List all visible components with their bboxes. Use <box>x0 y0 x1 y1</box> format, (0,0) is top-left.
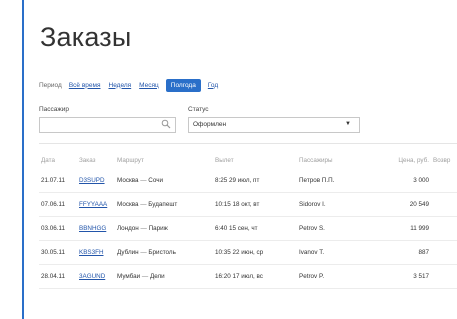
cell-return <box>431 192 457 217</box>
route-dash: — <box>138 201 149 208</box>
cell-return <box>431 264 457 289</box>
cell-route: Лондон — Париж <box>115 216 213 241</box>
period-all-time[interactable]: Всё время <box>68 80 102 91</box>
passenger-filter-label: Пассажир <box>39 106 69 113</box>
status-select[interactable]: Оформлен ▼ <box>188 117 360 133</box>
table-row[interactable]: 07.06.11 FFYYAAA Москва — Будапешт 10:15… <box>39 192 457 217</box>
route-dash: — <box>138 177 149 184</box>
cell-route: Дублин — Бристоль <box>115 240 213 265</box>
cell-route: Мумбаи — Дели <box>115 264 213 289</box>
table-row[interactable]: 03.06.11 BBNHGG Лондон — Париж 6:40 15 с… <box>39 216 457 241</box>
order-link[interactable]: BBNHGG <box>79 225 106 232</box>
col-date[interactable]: Дата <box>39 151 77 169</box>
cell-passenger: Petrov P. <box>297 264 369 289</box>
period-half-year[interactable]: Полгода <box>165 78 201 92</box>
cell-date: 30.05.11 <box>39 240 77 265</box>
route-to: Бристоль <box>148 249 176 256</box>
route-from: Москва <box>117 177 139 184</box>
col-order[interactable]: Заказ <box>77 151 115 169</box>
cell-price: 20 549 <box>369 192 431 217</box>
route-dash: — <box>138 249 149 256</box>
cell-price: 3 517 <box>369 264 431 289</box>
cell-passenger: Petrov S. <box>297 216 369 241</box>
page-title: Заказы <box>40 22 132 52</box>
order-link[interactable]: D3SUPD <box>79 177 105 184</box>
search-icon[interactable] <box>161 119 171 129</box>
cell-departure: 8:25 29 июл, пт <box>213 169 297 193</box>
route-to: Сочи <box>148 177 164 184</box>
order-link[interactable]: KBS3FH <box>79 249 104 256</box>
col-route[interactable]: Маршрут <box>115 151 213 169</box>
route-to: Париж <box>148 225 168 232</box>
period-label: Период <box>39 81 62 89</box>
cell-return <box>431 240 457 265</box>
orders-panel: Заказы Период Всё время Неделя Месяц Пол… <box>22 0 457 319</box>
route-from: Москва <box>117 201 139 208</box>
route-from: Лондон <box>117 225 139 232</box>
col-departure[interactable]: Вылет <box>213 151 297 169</box>
cell-departure: 10:15 18 окт, вт <box>213 192 297 217</box>
order-link[interactable]: FFYYAAA <box>79 201 107 208</box>
period-month[interactable]: Месяц <box>138 80 160 91</box>
period-week[interactable]: Неделя <box>108 80 133 91</box>
cell-passenger: Sidorov I. <box>297 192 369 217</box>
cell-route: Москва — Сочи <box>115 169 213 193</box>
table-row[interactable]: 28.04.11 3AGUND Мумбаи — Дели 16:20 17 и… <box>39 264 457 289</box>
route-to: Будапешт <box>148 201 178 208</box>
period-year[interactable]: Год <box>207 80 219 91</box>
route-dash: — <box>138 225 149 232</box>
route-dash: — <box>140 273 150 280</box>
cell-passenger: Ivanov T. <box>297 240 369 265</box>
cell-departure: 10:35 22 июн, ср <box>213 240 297 265</box>
cell-departure: 16:20 17 июл, вс <box>213 264 297 289</box>
status-filter-label: Статус <box>188 106 209 113</box>
table-row[interactable]: 21.07.11 D3SUPD Москва — Сочи 8:25 29 ию… <box>39 169 457 193</box>
period-filter: Период Всё время Неделя Месяц Полгода Го… <box>39 78 225 92</box>
order-link[interactable]: 3AGUND <box>79 273 105 280</box>
route-to: Дели <box>149 273 165 280</box>
col-passengers[interactable]: Пассажиры <box>297 151 369 169</box>
col-return[interactable]: Возвр <box>431 151 457 169</box>
cell-date: 21.07.11 <box>39 169 77 193</box>
cell-return <box>431 216 457 241</box>
status-select-value: Оформлен <box>193 121 227 128</box>
cell-return <box>431 169 457 193</box>
table-row[interactable]: 30.05.11 KBS3FH Дублин — Бристоль 10:35 … <box>39 240 457 265</box>
chevron-down-icon: ▼ <box>345 121 351 127</box>
cell-departure: 6:40 15 сен, чт <box>213 216 297 241</box>
col-price[interactable]: Цена, руб. <box>369 151 431 169</box>
route-from: Мумбаи <box>117 273 141 280</box>
divider <box>39 143 457 144</box>
cell-date: 28.04.11 <box>39 264 77 289</box>
route-from: Дублин <box>117 249 139 256</box>
cell-price: 11 999 <box>369 216 431 241</box>
cell-date: 07.06.11 <box>39 192 77 217</box>
passenger-search-input[interactable] <box>43 122 157 137</box>
orders-table: Дата Заказ Маршрут Вылет Пассажиры Цена,… <box>39 151 457 289</box>
cell-price: 887 <box>369 240 431 265</box>
cell-route: Москва — Будапешт <box>115 192 213 217</box>
cell-passenger: Петров П.П. <box>297 169 369 193</box>
table-header-row: Дата Заказ Маршрут Вылет Пассажиры Цена,… <box>39 151 457 169</box>
cell-date: 03.06.11 <box>39 216 77 241</box>
passenger-search-box <box>39 117 176 137</box>
cell-price: 3 000 <box>369 169 431 193</box>
